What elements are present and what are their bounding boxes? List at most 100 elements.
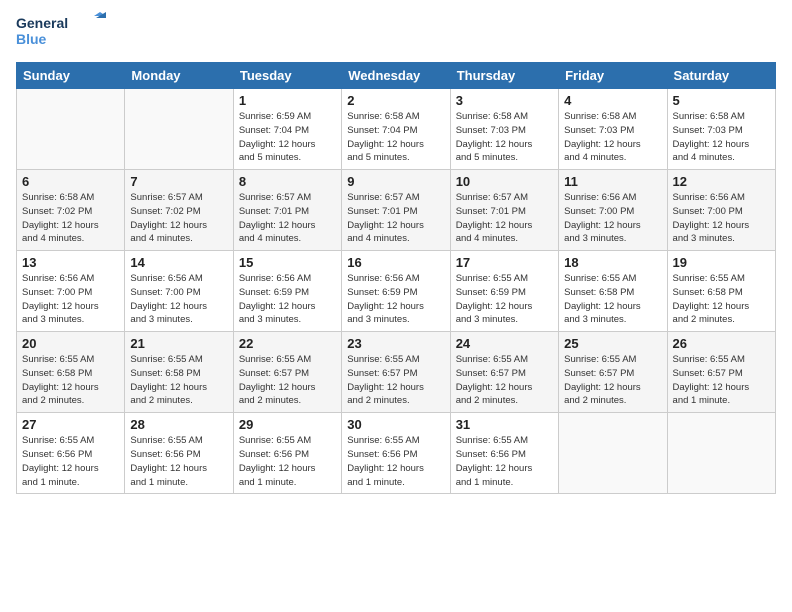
day-cell	[125, 89, 233, 170]
page: General Blue SundayMondayTuesdayWednesda…	[0, 0, 792, 612]
day-number: 30	[347, 417, 444, 432]
day-cell: 7 Sunrise: 6:57 AM Sunset: 7:02 PM Daylig…	[125, 170, 233, 251]
day-info: Sunrise: 6:55 AM Sunset: 6:56 PM Dayligh…	[130, 434, 227, 489]
day-cell: 19 Sunrise: 6:55 AM Sunset: 6:58 PM Dayli…	[667, 251, 775, 332]
day-cell: 14Sunrise: 6:56 AM Sunset: 7:00 PM Dayli…	[125, 251, 233, 332]
day-cell: 8 Sunrise: 6:57 AM Sunset: 7:01 PM Daylig…	[233, 170, 341, 251]
day-cell: 10 Sunrise: 6:57 AM Sunset: 7:01 PM Dayli…	[450, 170, 558, 251]
day-cell: 2 Sunrise: 6:58 AM Sunset: 7:04 PM Daylig…	[342, 89, 450, 170]
header: General Blue	[16, 12, 776, 54]
day-info: Sunrise: 6:56 AM Sunset: 7:00 PM Dayligh…	[130, 272, 227, 327]
day-info: Sunrise: 6:56 AM Sunset: 7:00 PM Dayligh…	[673, 191, 770, 246]
day-number: 15	[239, 255, 336, 270]
calendar-table: SundayMondayTuesdayWednesdayThursdayFrid…	[16, 62, 776, 494]
day-info: Sunrise: 6:55 AM Sunset: 6:56 PM Dayligh…	[22, 434, 119, 489]
day-number: 1	[239, 93, 336, 108]
day-info: Sunrise: 6:55 AM Sunset: 6:56 PM Dayligh…	[347, 434, 444, 489]
svg-text:Blue: Blue	[16, 31, 47, 47]
week-row-2: 6 Sunrise: 6:58 AM Sunset: 7:02 PM Daylig…	[17, 170, 776, 251]
day-number: 29	[239, 417, 336, 432]
header-friday: Friday	[559, 63, 667, 89]
logo: General Blue	[16, 12, 106, 54]
calendar-header-row: SundayMondayTuesdayWednesdayThursdayFrid…	[17, 63, 776, 89]
day-cell	[667, 413, 775, 494]
header-tuesday: Tuesday	[233, 63, 341, 89]
day-cell: 23 Sunrise: 6:55 AM Sunset: 6:57 PM Dayli…	[342, 332, 450, 413]
day-info: Sunrise: 6:55 AM Sunset: 6:59 PM Dayligh…	[456, 272, 553, 327]
day-cell: 11 Sunrise: 6:56 AM Sunset: 7:00 PM Dayli…	[559, 170, 667, 251]
day-cell: 30 Sunrise: 6:55 AM Sunset: 6:56 PM Dayli…	[342, 413, 450, 494]
week-row-1: 1Sunrise: 6:59 AM Sunset: 7:04 PM Daylig…	[17, 89, 776, 170]
day-info: Sunrise: 6:55 AM Sunset: 6:57 PM Dayligh…	[673, 353, 770, 408]
day-info: Sunrise: 6:55 AM Sunset: 6:58 PM Dayligh…	[130, 353, 227, 408]
day-info: Sunrise: 6:58 AM Sunset: 7:04 PM Dayligh…	[347, 110, 444, 165]
day-number: 12	[673, 174, 770, 189]
day-cell: 4 Sunrise: 6:58 AM Sunset: 7:03 PM Daylig…	[559, 89, 667, 170]
day-cell: 29Sunrise: 6:55 AM Sunset: 6:56 PM Dayli…	[233, 413, 341, 494]
day-number: 2	[347, 93, 444, 108]
day-info: Sunrise: 6:57 AM Sunset: 7:01 PM Dayligh…	[347, 191, 444, 246]
day-number: 6	[22, 174, 119, 189]
day-info: Sunrise: 6:55 AM Sunset: 6:58 PM Dayligh…	[564, 272, 661, 327]
day-info: Sunrise: 6:55 AM Sunset: 6:57 PM Dayligh…	[347, 353, 444, 408]
day-info: Sunrise: 6:56 AM Sunset: 7:00 PM Dayligh…	[564, 191, 661, 246]
header-sunday: Sunday	[17, 63, 125, 89]
day-cell: 3 Sunrise: 6:58 AM Sunset: 7:03 PM Daylig…	[450, 89, 558, 170]
day-info: Sunrise: 6:57 AM Sunset: 7:01 PM Dayligh…	[239, 191, 336, 246]
day-info: Sunrise: 6:58 AM Sunset: 7:03 PM Dayligh…	[564, 110, 661, 165]
day-cell: 18 Sunrise: 6:55 AM Sunset: 6:58 PM Dayli…	[559, 251, 667, 332]
day-info: Sunrise: 6:55 AM Sunset: 6:57 PM Dayligh…	[564, 353, 661, 408]
day-number: 22	[239, 336, 336, 351]
day-info: Sunrise: 6:55 AM Sunset: 6:56 PM Dayligh…	[456, 434, 553, 489]
week-row-5: 27Sunrise: 6:55 AM Sunset: 6:56 PM Dayli…	[17, 413, 776, 494]
day-cell	[17, 89, 125, 170]
header-monday: Monday	[125, 63, 233, 89]
day-cell: 16 Sunrise: 6:56 AM Sunset: 6:59 PM Dayli…	[342, 251, 450, 332]
day-info: Sunrise: 6:57 AM Sunset: 7:02 PM Dayligh…	[130, 191, 227, 246]
day-cell: 28 Sunrise: 6:55 AM Sunset: 6:56 PM Dayli…	[125, 413, 233, 494]
day-cell: 13Sunrise: 6:56 AM Sunset: 7:00 PM Dayli…	[17, 251, 125, 332]
day-info: Sunrise: 6:58 AM Sunset: 7:03 PM Dayligh…	[673, 110, 770, 165]
header-saturday: Saturday	[667, 63, 775, 89]
day-info: Sunrise: 6:56 AM Sunset: 6:59 PM Dayligh…	[347, 272, 444, 327]
day-number: 4	[564, 93, 661, 108]
day-cell: 9 Sunrise: 6:57 AM Sunset: 7:01 PM Daylig…	[342, 170, 450, 251]
header-wednesday: Wednesday	[342, 63, 450, 89]
day-number: 3	[456, 93, 553, 108]
day-info: Sunrise: 6:55 AM Sunset: 6:57 PM Dayligh…	[456, 353, 553, 408]
day-number: 11	[564, 174, 661, 189]
day-number: 28	[130, 417, 227, 432]
day-number: 5	[673, 93, 770, 108]
day-cell: 21Sunrise: 6:55 AM Sunset: 6:58 PM Dayli…	[125, 332, 233, 413]
day-cell: 26 Sunrise: 6:55 AM Sunset: 6:57 PM Dayli…	[667, 332, 775, 413]
day-info: Sunrise: 6:57 AM Sunset: 7:01 PM Dayligh…	[456, 191, 553, 246]
day-info: Sunrise: 6:55 AM Sunset: 6:58 PM Dayligh…	[673, 272, 770, 327]
day-number: 13	[22, 255, 119, 270]
day-number: 18	[564, 255, 661, 270]
day-number: 8	[239, 174, 336, 189]
day-number: 26	[673, 336, 770, 351]
day-number: 7	[130, 174, 227, 189]
day-number: 25	[564, 336, 661, 351]
day-number: 19	[673, 255, 770, 270]
week-row-4: 20 Sunrise: 6:55 AM Sunset: 6:58 PM Dayli…	[17, 332, 776, 413]
day-cell: 24Sunrise: 6:55 AM Sunset: 6:57 PM Dayli…	[450, 332, 558, 413]
day-info: Sunrise: 6:56 AM Sunset: 6:59 PM Dayligh…	[239, 272, 336, 327]
day-info: Sunrise: 6:55 AM Sunset: 6:57 PM Dayligh…	[239, 353, 336, 408]
day-number: 20	[22, 336, 119, 351]
day-cell: 31 Sunrise: 6:55 AM Sunset: 6:56 PM Dayli…	[450, 413, 558, 494]
day-info: Sunrise: 6:58 AM Sunset: 7:02 PM Dayligh…	[22, 191, 119, 246]
day-number: 31	[456, 417, 553, 432]
day-number: 23	[347, 336, 444, 351]
day-cell: 20Sunrise: 6:55 AM Sunset: 6:58 PM Dayli…	[17, 332, 125, 413]
day-info: Sunrise: 6:58 AM Sunset: 7:03 PM Dayligh…	[456, 110, 553, 165]
day-cell: 15 Sunrise: 6:56 AM Sunset: 6:59 PM Dayli…	[233, 251, 341, 332]
day-cell: 25 Sunrise: 6:55 AM Sunset: 6:57 PM Dayli…	[559, 332, 667, 413]
header-thursday: Thursday	[450, 63, 558, 89]
day-number: 9	[347, 174, 444, 189]
day-number: 16	[347, 255, 444, 270]
day-cell: 22 Sunrise: 6:55 AM Sunset: 6:57 PM Dayli…	[233, 332, 341, 413]
day-cell: 27Sunrise: 6:55 AM Sunset: 6:56 PM Dayli…	[17, 413, 125, 494]
svg-text:General: General	[16, 15, 68, 31]
day-number: 10	[456, 174, 553, 189]
